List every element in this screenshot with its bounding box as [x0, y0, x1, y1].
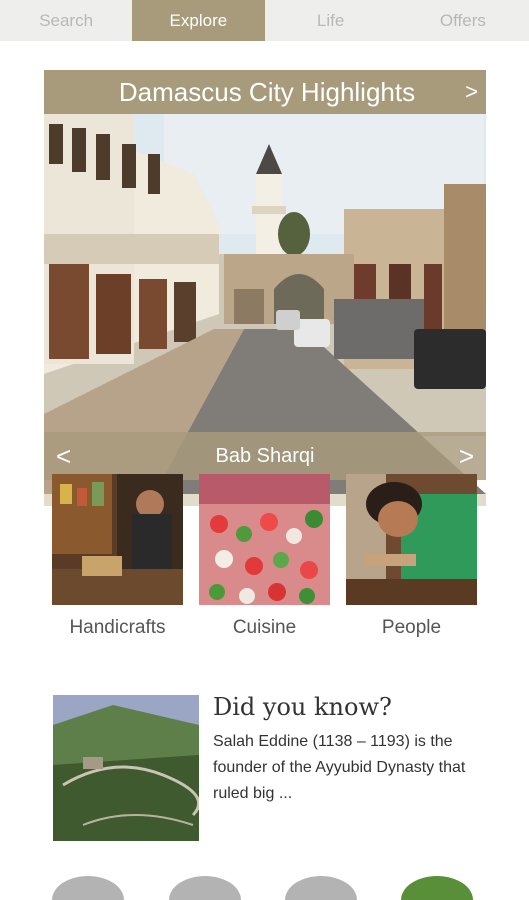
category-cuisine[interactable]: Cuisine	[199, 474, 330, 639]
tab-explore[interactable]: Explore	[132, 0, 265, 41]
top-tab-bar: Search Explore Life Offers	[0, 0, 529, 41]
did-you-know-text: Salah Eddine (1138 – 1193) is the founde…	[213, 733, 466, 802]
category-handicrafts[interactable]: Handicrafts	[52, 474, 183, 639]
handicrafts-photo	[52, 474, 183, 605]
cuisine-photo	[199, 474, 330, 605]
highlights-carousel: Damascus City Highlights > Bab Sharqi < …	[44, 70, 487, 506]
category-label: Handicrafts	[69, 617, 166, 638]
bottom-nav-button-4[interactable]	[401, 876, 473, 900]
carousel-header: Damascus City Highlights	[44, 70, 486, 114]
category-label: Cuisine	[232, 617, 297, 638]
category-tiles: Handicrafts Cuisine People	[52, 474, 478, 644]
fortress-photo	[53, 695, 199, 841]
tab-offers[interactable]: Offers	[397, 0, 529, 41]
header-next-arrow-icon[interactable]: >	[465, 70, 478, 114]
bottom-nav	[0, 876, 529, 900]
carousel-prev-arrow-icon[interactable]: <	[56, 432, 71, 480]
bottom-nav-button-1[interactable]	[52, 876, 124, 900]
did-you-know-title: Did you know?	[213, 693, 392, 721]
tab-search[interactable]: Search	[0, 0, 132, 41]
carousel-title: Damascus City Highlights	[118, 76, 416, 107]
tab-life[interactable]: Life	[265, 0, 397, 41]
people-photo	[346, 474, 477, 605]
carousel-next-arrow-icon[interactable]: >	[459, 432, 474, 480]
category-people[interactable]: People	[346, 474, 477, 639]
carousel-caption: Bab Sharqi	[44, 432, 486, 480]
did-you-know-card[interactable]: Did you know? Salah Eddine (1138 – 1193)…	[53, 693, 483, 841]
bottom-nav-button-2[interactable]	[169, 876, 241, 900]
bottom-nav-button-3[interactable]	[285, 876, 357, 900]
category-label: People	[381, 617, 442, 638]
